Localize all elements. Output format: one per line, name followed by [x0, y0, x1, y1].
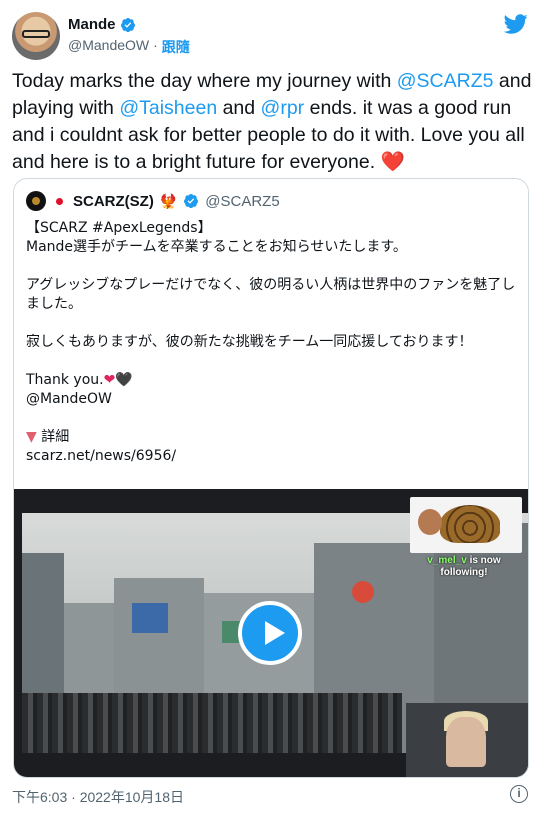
- hearts-emoji-icon: ❤🖤: [103, 372, 133, 388]
- follow-alert: v_mel_v is now following!: [414, 555, 514, 579]
- author-avatar[interactable]: [12, 12, 60, 60]
- quote-mention[interactable]: @MandeOW: [26, 390, 516, 409]
- webcam-overlay: [406, 703, 528, 777]
- author-name[interactable]: Mande: [68, 16, 116, 33]
- heart-emoji-icon: ❤️: [380, 151, 405, 173]
- quote-paragraph: アグレッシブなプレーだけでなく、彼の明るい人柄は世界中のファンを魅了しました。: [26, 277, 516, 312]
- verified-badge-icon: [120, 17, 135, 32]
- mention-link[interactable]: @rpr: [261, 97, 305, 119]
- triangle-down-icon: ▼: [26, 429, 37, 445]
- red-dot-icon: [56, 197, 63, 205]
- author-handle-row: @MandeOW · 跟隨: [68, 37, 190, 57]
- quoted-tweet-header: SCARZ(SZ) 🐦‍🔥 @SCARZ5: [26, 191, 280, 211]
- info-icon[interactable]: i: [510, 785, 528, 803]
- author-handle[interactable]: @MandeOW: [68, 37, 149, 57]
- quote-thanks-line: Thank you.❤🖤: [26, 371, 516, 390]
- follow-alert-user: v_mel_v: [427, 555, 467, 566]
- tweet-header: Mande @MandeOW · 跟隨: [12, 12, 532, 60]
- billboard: [132, 603, 168, 633]
- quoted-author-handle[interactable]: @SCARZ5: [205, 193, 279, 210]
- tweet-text-part: and: [217, 97, 261, 119]
- twitter-logo-icon[interactable]: [504, 12, 528, 36]
- quote-paragraph: 寂しくもありますが、彼の新たな挑戦をチーム一同応援しております！: [26, 334, 473, 350]
- quoted-tweet-body: 【SCARZ #ApexLegends】 Mande選手がチームを卒業することを…: [26, 219, 516, 485]
- tweet-footer: 下午6:03 · 2022年10月18日 i: [12, 785, 532, 807]
- quote-line: Mande選手がチームを卒業することをお知らせいたします。: [26, 239, 407, 255]
- separator: ·: [153, 37, 158, 53]
- quote-link[interactable]: scarz.net/news/6956/: [26, 447, 516, 466]
- tweet-text: Today marks the day where my journey wit…: [12, 68, 532, 176]
- overlay-image: [410, 497, 522, 553]
- phoenix-emoji-icon: 🐦‍🔥: [159, 192, 178, 209]
- video-player[interactable]: v_mel_v is now following!: [14, 489, 528, 777]
- author-name-row: Mande: [68, 16, 136, 33]
- tweet-text-part: Today marks the day where my journey wit…: [12, 70, 397, 92]
- timestamp[interactable]: 下午6:03 · 2022年10月18日: [12, 789, 184, 805]
- follow-button[interactable]: 跟隨: [162, 37, 190, 57]
- quoted-author-name[interactable]: SCARZ(SZ): [73, 193, 154, 210]
- verified-badge-icon: [184, 194, 199, 209]
- crowd: [22, 693, 402, 753]
- quoted-tweet[interactable]: SCARZ(SZ) 🐦‍🔥 @SCARZ5 【SCARZ #ApexLegend…: [13, 178, 529, 778]
- play-icon[interactable]: [238, 601, 302, 665]
- billboard: [352, 581, 374, 603]
- mention-link[interactable]: @SCARZ5: [397, 70, 494, 92]
- mention-link[interactable]: @Taisheen: [119, 97, 217, 119]
- quote-detail-line: ▼ 詳細: [26, 428, 516, 447]
- quote-detail: 詳細: [41, 429, 70, 445]
- quote-line: 【SCARZ #ApexLegends】: [26, 220, 212, 236]
- quoted-author-avatar[interactable]: [26, 191, 46, 211]
- quote-thanks: Thank you.: [26, 372, 104, 388]
